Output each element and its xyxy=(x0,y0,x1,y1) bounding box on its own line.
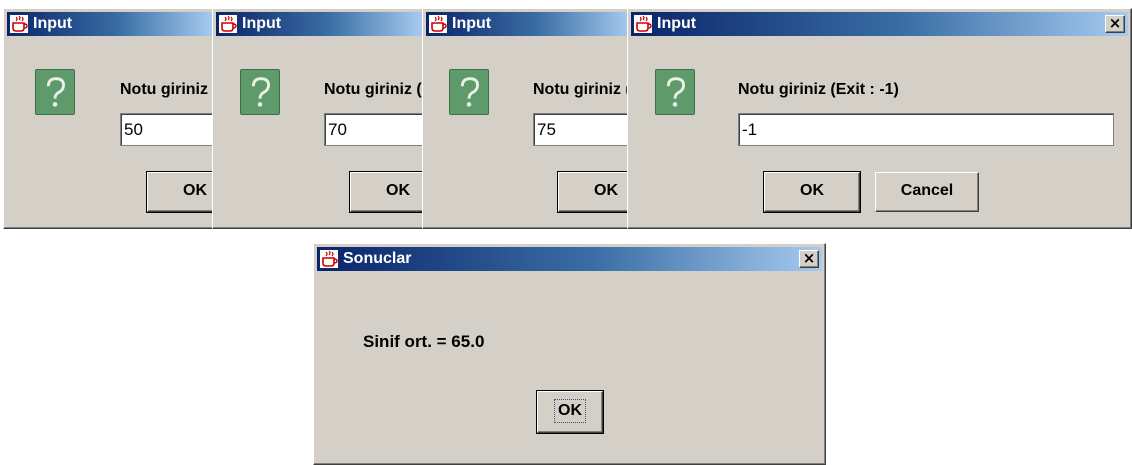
ok-button[interactable]: OK xyxy=(350,172,425,212)
dialog-title: Input xyxy=(657,15,697,32)
grade-input[interactable]: 70 xyxy=(324,113,425,146)
grade-input[interactable]: 50 xyxy=(120,113,215,146)
ok-button[interactable]: OK xyxy=(537,391,603,433)
dialog-title: Input xyxy=(33,15,73,32)
input-dialog-1: Input Notu giriniz (Exit : -1) 50 OK xyxy=(3,8,216,229)
close-icon[interactable]: × xyxy=(1105,15,1125,33)
ok-label: OK xyxy=(594,182,618,199)
question-icon xyxy=(35,69,75,115)
ok-label: OK xyxy=(800,182,824,199)
java-cup-icon xyxy=(429,15,447,33)
title-bar[interactable]: Input × xyxy=(631,12,1128,36)
ok-button[interactable]: OK xyxy=(764,172,860,212)
prompt-label: Notu giriniz (Exit : -1) xyxy=(120,81,215,98)
java-cup-icon xyxy=(10,15,28,33)
title-bar[interactable]: Sonuclar × xyxy=(317,247,822,271)
input-dialog-4: Input × Notu giriniz (Exit : -1) -1 OK C… xyxy=(627,8,1132,229)
ok-label: OK xyxy=(554,399,586,423)
grade-input[interactable]: 75 xyxy=(533,113,633,146)
title-bar[interactable]: Input xyxy=(7,12,212,36)
grade-input[interactable]: -1 xyxy=(738,113,1114,146)
prompt-label: Notu giriniz (Exit : -1) xyxy=(533,81,633,98)
dialog-title: Input xyxy=(242,15,282,32)
prompt-label: Notu giriniz (Exit : -1) xyxy=(738,81,899,98)
title-bar[interactable]: Input xyxy=(426,12,630,36)
question-icon xyxy=(449,69,489,115)
question-icon xyxy=(240,69,280,115)
ok-button[interactable]: OK xyxy=(147,172,215,212)
java-cup-icon xyxy=(320,250,338,268)
java-cup-icon xyxy=(634,15,652,33)
cancel-label: Cancel xyxy=(900,182,954,199)
question-icon xyxy=(655,69,695,115)
result-message: Sinif ort. = 65.0 xyxy=(363,332,485,351)
ok-label: OK xyxy=(183,182,207,199)
ok-label: OK xyxy=(386,182,410,199)
input-dialog-2: Input Notu giriniz (Exit : -1) 70 OK xyxy=(212,8,426,229)
cancel-button[interactable]: Cancel xyxy=(875,172,979,212)
result-dialog: Sonuclar × Sinif ort. = 65.0 OK xyxy=(313,243,826,465)
input-dialog-3: Input Notu giriniz (Exit : -1) 75 OK xyxy=(422,8,634,229)
java-cup-icon xyxy=(219,15,237,33)
close-icon[interactable]: × xyxy=(799,250,819,268)
dialog-title: Sonuclar xyxy=(343,250,412,267)
ok-button[interactable]: OK xyxy=(558,172,633,212)
title-bar[interactable]: Input xyxy=(216,12,422,36)
prompt-label: Notu giriniz (Exit : -1) xyxy=(324,81,425,98)
dialog-title: Input xyxy=(452,15,492,32)
